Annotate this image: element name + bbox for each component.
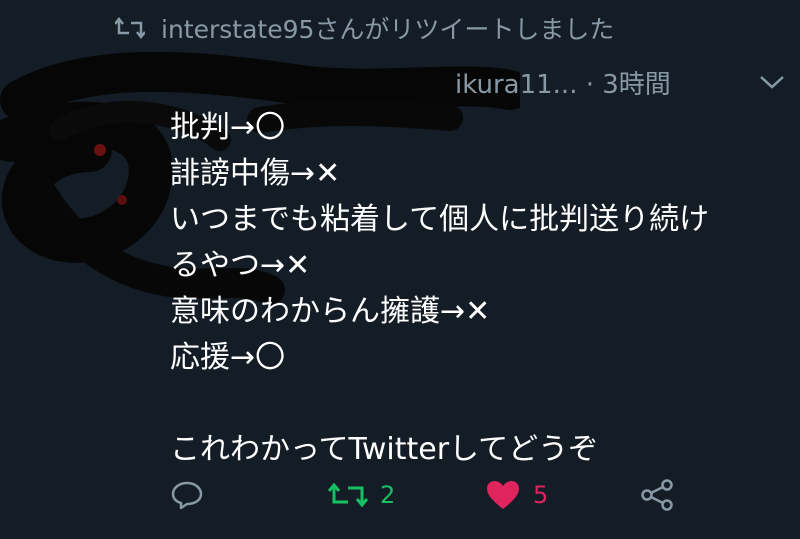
- like-count: 5: [533, 481, 549, 509]
- reply-icon: [170, 480, 204, 510]
- heart-icon: [485, 479, 521, 511]
- share-icon: [640, 478, 674, 512]
- tweet-actions: 2 5: [170, 470, 690, 520]
- like-button[interactable]: 5: [485, 479, 548, 511]
- handle-time: ikura11... · 3時間: [455, 69, 671, 100]
- retweet-notice-text: interstate95さんがリツイートしました: [161, 15, 615, 44]
- reply-button[interactable]: [170, 480, 204, 510]
- tweet-line: これわかってTwitterしてどうぞ: [170, 432, 599, 467]
- retweet-icon: [328, 481, 368, 509]
- share-button[interactable]: [640, 478, 674, 512]
- tweet-line: 意味のわからん擁護→✕: [170, 294, 491, 329]
- retweet-notice: interstate95さんがリツイートしました: [115, 10, 614, 46]
- retweet-icon: [115, 16, 145, 40]
- tweet-header: ikura11... · 3時間: [165, 62, 785, 102]
- tweet-line: [170, 381, 790, 427]
- retweet-button[interactable]: 2: [328, 481, 395, 509]
- chevron-down-icon[interactable]: [759, 74, 785, 90]
- retweet-count: 2: [380, 481, 396, 509]
- tweet-line: いつまでも粘着して個人に批判送り続け: [170, 202, 710, 237]
- tweet-line: るやつ→✕: [170, 248, 311, 283]
- tweet-text: 批判→〇 誹謗中傷→✕ いつまでも粘着して個人に批判送り続け るやつ→✕ 意味の…: [170, 105, 790, 473]
- tweet-line: 批判→〇: [170, 110, 286, 145]
- tweet-line: 誹謗中傷→✕: [170, 156, 341, 191]
- tweet-line: 応援→〇: [170, 340, 286, 375]
